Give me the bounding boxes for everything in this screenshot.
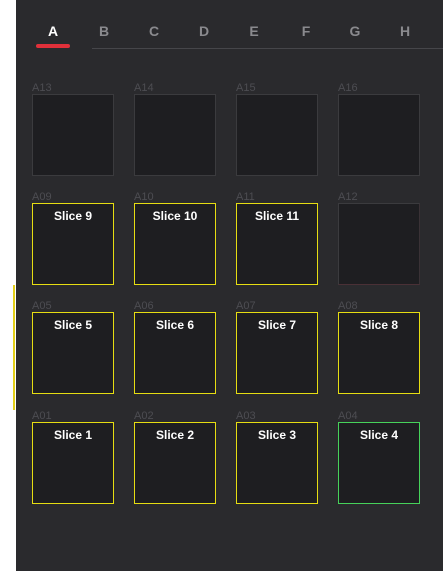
pad-id-label: A08 bbox=[338, 300, 358, 312]
pad-a05[interactable]: Slice 5 bbox=[32, 312, 114, 394]
pad-slice-label: Slice 3 bbox=[257, 428, 297, 442]
pad-a09[interactable]: Slice 9 bbox=[32, 203, 114, 285]
pad-a06[interactable]: Slice 6 bbox=[134, 312, 216, 394]
pad-slice-label: Slice 1 bbox=[53, 428, 93, 442]
side-selection-marker bbox=[13, 285, 15, 410]
pad-id-label: A15 bbox=[236, 82, 256, 94]
pad-slice-label: Slice 10 bbox=[152, 209, 198, 223]
pad-slice-label: Slice 7 bbox=[257, 318, 297, 332]
pad-id-label: A06 bbox=[134, 300, 154, 312]
pad-id-label: A12 bbox=[338, 191, 358, 203]
pad-a14[interactable] bbox=[134, 94, 216, 176]
pad-a13[interactable] bbox=[32, 94, 114, 176]
tab-bank-g[interactable]: G bbox=[338, 18, 372, 48]
pad-a04[interactable]: Slice 4 bbox=[338, 422, 420, 504]
pad-slice-label: Slice 9 bbox=[53, 209, 93, 223]
tab-bank-e[interactable]: E bbox=[237, 18, 271, 48]
pad-id-label: A16 bbox=[338, 82, 358, 94]
pad-a10[interactable]: Slice 10 bbox=[134, 203, 216, 285]
pad-a01[interactable]: Slice 1 bbox=[32, 422, 114, 504]
tabs-divider bbox=[92, 48, 443, 49]
pad-slice-label: Slice 6 bbox=[155, 318, 195, 332]
pad-id-label: A01 bbox=[32, 410, 52, 422]
pad-a11[interactable]: Slice 11 bbox=[236, 203, 318, 285]
pad-id-label: A09 bbox=[32, 191, 52, 203]
pad-id-label: A05 bbox=[32, 300, 52, 312]
tab-bank-b[interactable]: B bbox=[87, 18, 121, 48]
pad-slice-label: Slice 4 bbox=[359, 428, 399, 442]
pad-a03[interactable]: Slice 3 bbox=[236, 422, 318, 504]
pad-id-label: A07 bbox=[236, 300, 256, 312]
tab-bank-c[interactable]: C bbox=[137, 18, 171, 48]
pad-id-label: A14 bbox=[134, 82, 154, 94]
pad-id-label: A10 bbox=[134, 191, 154, 203]
pad-slice-label: Slice 8 bbox=[359, 318, 399, 332]
pad-a12[interactable] bbox=[338, 203, 420, 285]
pad-id-label: A13 bbox=[32, 82, 52, 94]
pad-a08[interactable]: Slice 8 bbox=[338, 312, 420, 394]
pad-a02[interactable]: Slice 2 bbox=[134, 422, 216, 504]
pad-id-label: A02 bbox=[134, 410, 154, 422]
pad-id-label: A03 bbox=[236, 410, 256, 422]
pad-bank-panel: A B C D E F G H A13 A14 A15 A16 A09 Slice 9 A1… bbox=[16, 0, 443, 571]
pad-id-label: A11 bbox=[236, 191, 255, 203]
tab-bank-a[interactable]: A bbox=[36, 18, 70, 48]
pad-a16[interactable] bbox=[338, 94, 420, 176]
pad-a07[interactable]: Slice 7 bbox=[236, 312, 318, 394]
pad-slice-label: Slice 5 bbox=[53, 318, 93, 332]
pad-slice-label: Slice 11 bbox=[254, 209, 300, 223]
pad-a15[interactable] bbox=[236, 94, 318, 176]
pad-slice-label: Slice 2 bbox=[155, 428, 195, 442]
tab-bank-d[interactable]: D bbox=[187, 18, 221, 48]
pad-id-label: A04 bbox=[338, 410, 358, 422]
bank-tabs: A B C D E F G H bbox=[36, 18, 443, 50]
tab-bank-h[interactable]: H bbox=[388, 18, 422, 48]
tab-bank-f[interactable]: F bbox=[289, 18, 323, 48]
